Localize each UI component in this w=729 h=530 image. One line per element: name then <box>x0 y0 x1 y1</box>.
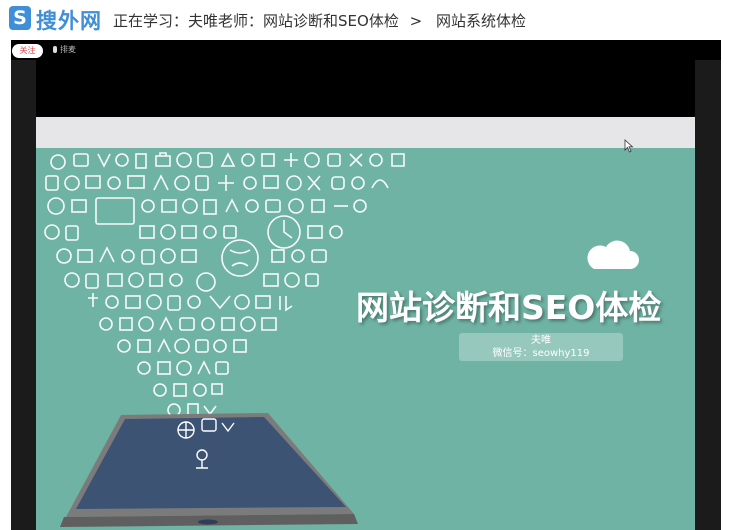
site-logo-text[interactable]: 搜外网 <box>36 5 102 35</box>
mic-queue-label: 排麦 <box>60 45 76 54</box>
player-right-margin <box>695 60 721 530</box>
cloud-icon <box>587 240 639 269</box>
breadcrumb-lesson[interactable]: 网站系统体检 <box>436 12 526 30</box>
breadcrumb: 正在学习：夫唯老师：网站诊断和SEO体检 > 网站系统体检 <box>113 10 526 31</box>
player-left-margin <box>11 60 36 530</box>
player-top-bar: 关注 排麦 <box>11 40 721 60</box>
author-name: 夫唯 <box>531 335 551 346</box>
author-info-box: 夫唯 微信号：seowhy119 <box>459 333 623 361</box>
mouse-cursor-icon <box>624 139 634 153</box>
site-logo-icon[interactable]: S <box>9 6 31 30</box>
mic-icon <box>53 46 57 53</box>
breadcrumb-course[interactable]: 夫唯老师：网站诊断和SEO体检 <box>188 12 399 30</box>
breadcrumb-prefix: 正在学习： <box>113 12 189 30</box>
presentation-slide: 网站诊断和SEO体检 夫唯 微信号：seowhy119 <box>36 117 695 530</box>
breadcrumb-separator: > <box>409 12 423 30</box>
author-wechat: 微信号：seowhy119 <box>492 348 590 359</box>
mic-queue-button[interactable]: 排麦 <box>53 44 76 55</box>
site-header: S 搜外网 正在学习：夫唯老师：网站诊断和SEO体检 > 网站系统体检 <box>0 0 729 40</box>
video-player[interactable]: 关注 排麦 网站诊断和SEO体检 夫唯 微信号：seowhy119 <box>11 40 721 530</box>
slide-title: 网站诊断和SEO体检 <box>356 288 662 327</box>
follow-button[interactable]: 关注 <box>12 44 43 58</box>
